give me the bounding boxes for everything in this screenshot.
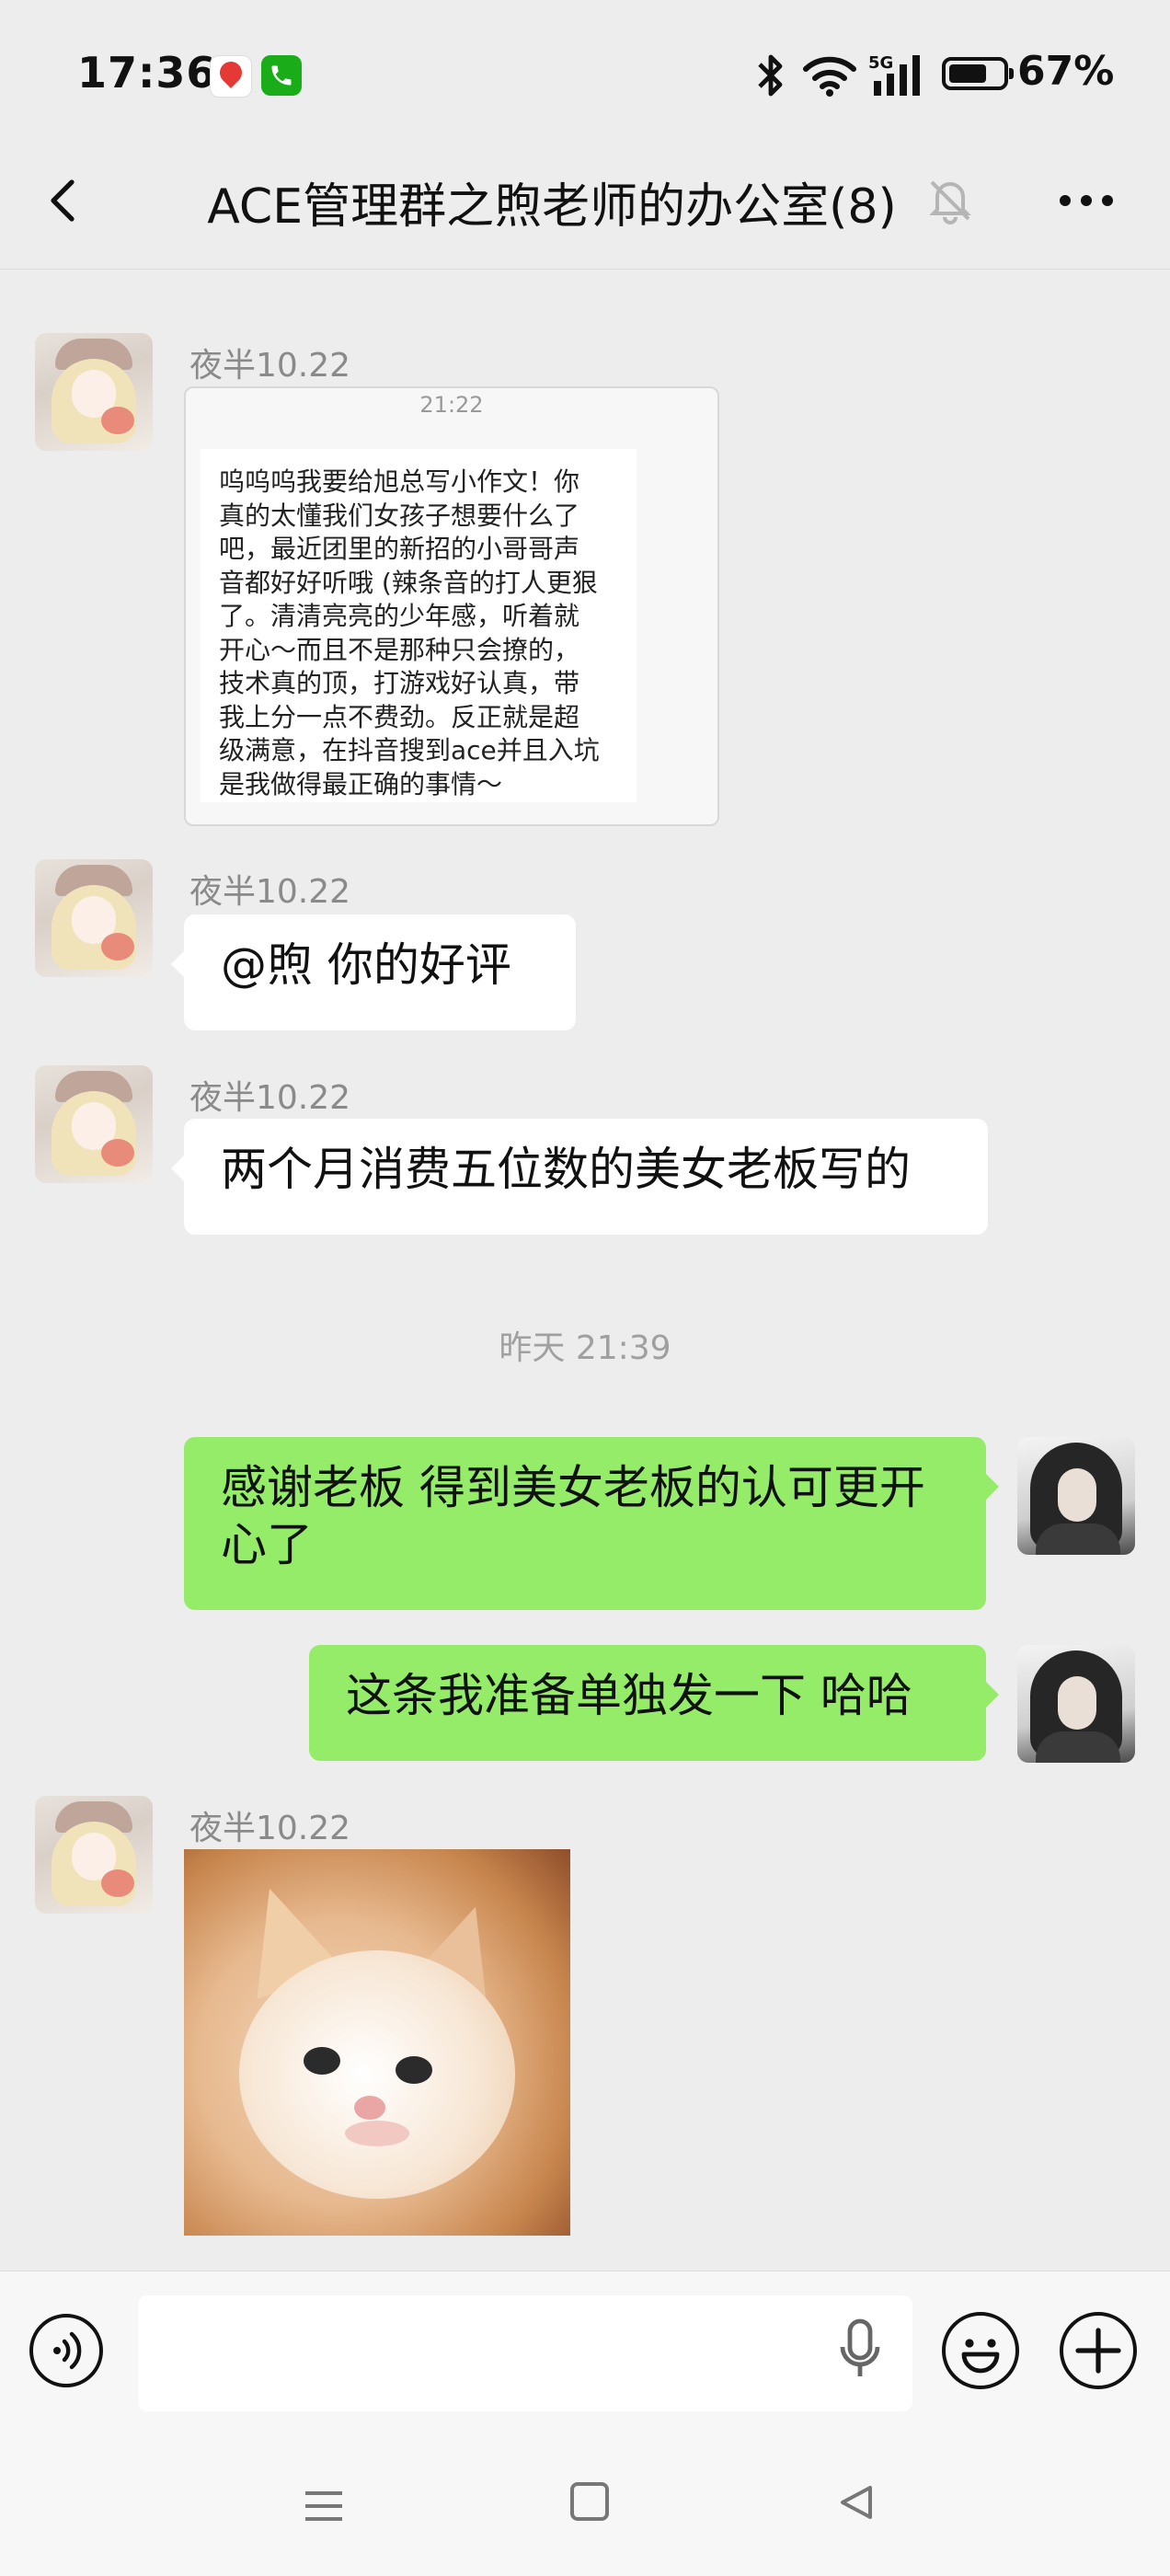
home-icon[interactable] bbox=[570, 2482, 609, 2521]
svg-text:5G: 5G bbox=[868, 53, 893, 73]
sender-name: 夜半10.22 bbox=[189, 1079, 351, 1117]
phone-icon bbox=[261, 55, 302, 96]
wifi-icon bbox=[802, 52, 857, 101]
input-bar bbox=[0, 2271, 1170, 2419]
screenshot-message[interactable]: 21:22 呜呜呜我要给旭总写小作文！你 真的太懂我们女孩子想要什么了 吧，最近… bbox=[184, 386, 719, 826]
chevron-left-icon[interactable] bbox=[37, 173, 92, 228]
ellipsis-icon[interactable] bbox=[1056, 175, 1117, 230]
emoji-icon[interactable] bbox=[942, 2312, 1019, 2389]
my-message-bubble[interactable]: 感谢老板 得到美女老板的认可更开心了 bbox=[184, 1437, 999, 1610]
sender-name: 夜半10.22 bbox=[189, 1810, 351, 1847]
plus-icon[interactable] bbox=[1060, 2312, 1137, 2389]
my-avatar[interactable] bbox=[1017, 1437, 1135, 1555]
sender-name: 夜半10.22 bbox=[189, 347, 351, 385]
status-time: 17:36 bbox=[77, 48, 217, 98]
battery-percent: 67% bbox=[1017, 48, 1115, 95]
chat-header: ACE管理群之煦老师的办公室(8) bbox=[0, 138, 1170, 270]
my-message-bubble[interactable]: 这条我准备单独发一下 哈哈 bbox=[309, 1645, 999, 1761]
menu-icon[interactable] bbox=[302, 2484, 346, 2532]
sender-name: 夜半10.22 bbox=[189, 873, 351, 911]
signal-5g-icon: 5G bbox=[868, 52, 929, 101]
chat-title: ACE管理群之煦老师的办公室(8) bbox=[207, 179, 897, 235]
kitten-sticker[interactable] bbox=[184, 1849, 570, 2236]
message-input[interactable] bbox=[138, 2295, 912, 2411]
screenshot-text: 呜呜呜我要给旭总写小作文！你 真的太懂我们女孩子想要什么了 吧，最近团里的新招的… bbox=[219, 466, 600, 799]
avatar[interactable] bbox=[35, 859, 153, 977]
message-bubble[interactable]: @煦 你的好评 bbox=[171, 914, 576, 1030]
system-nav-bar bbox=[0, 2418, 1170, 2576]
map-pin-icon bbox=[210, 55, 252, 98]
avatar[interactable] bbox=[35, 1065, 153, 1183]
avatar[interactable] bbox=[35, 1796, 153, 1914]
bluetooth-icon bbox=[752, 53, 789, 101]
back-triangle-icon[interactable] bbox=[835, 2482, 876, 2526]
microphone-icon[interactable] bbox=[837, 2317, 883, 2386]
voice-icon[interactable] bbox=[29, 2314, 103, 2387]
status-bar: 17:36 5G 67% bbox=[0, 0, 1170, 138]
screenshot-time: 21:22 bbox=[419, 392, 484, 418]
screenshot-card: 呜呜呜我要给旭总写小作文！你 真的太懂我们女孩子想要什么了 吧，最近团里的新招的… bbox=[201, 449, 637, 802]
bell-muted-icon bbox=[924, 175, 976, 230]
avatar[interactable] bbox=[35, 333, 153, 451]
battery-icon bbox=[942, 57, 1014, 90]
time-divider: 昨天 21:39 bbox=[499, 1329, 671, 1367]
my-avatar[interactable] bbox=[1017, 1645, 1135, 1763]
message-bubble[interactable]: 两个月消费五位数的美女老板写的 bbox=[171, 1119, 988, 1235]
